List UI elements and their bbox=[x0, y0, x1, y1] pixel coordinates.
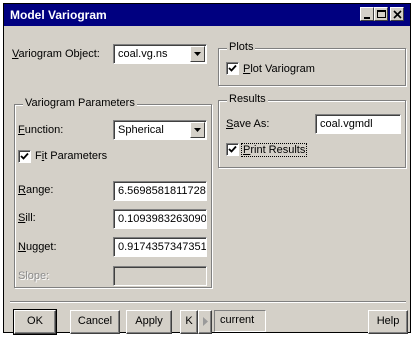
save-as-input[interactable]: coal.vgmdl bbox=[315, 114, 401, 134]
button-separator bbox=[10, 301, 406, 303]
close-button[interactable] bbox=[390, 7, 404, 21]
apply-button[interactable]: Apply bbox=[126, 310, 172, 334]
sill-value: 0.1093983263090 bbox=[118, 213, 207, 225]
variogram-parameters-title: Variogram Parameters bbox=[23, 97, 137, 109]
variogram-object-combo[interactable]: coal.vg.ns bbox=[113, 44, 207, 64]
fit-parameters-checkbox[interactable] bbox=[18, 150, 31, 163]
cancel-button[interactable]: Cancel bbox=[70, 310, 120, 334]
results-group: Results bbox=[218, 93, 406, 168]
next-button bbox=[198, 310, 212, 334]
save-as-label: Save As: bbox=[226, 118, 270, 130]
plot-variogram-label[interactable]: Plot Variogram bbox=[243, 63, 315, 75]
maximize-icon bbox=[377, 10, 386, 18]
checkmark-icon bbox=[228, 64, 237, 72]
results-title: Results bbox=[227, 93, 268, 105]
minimize-button[interactable] bbox=[360, 7, 374, 21]
chevron-down-icon bbox=[194, 128, 201, 132]
save-as-value: coal.vgmdl bbox=[320, 118, 373, 130]
print-results-checkbox[interactable] bbox=[226, 143, 239, 156]
sill-label: Sill: bbox=[18, 212, 36, 224]
checkmark-icon bbox=[228, 145, 237, 153]
model-variogram-dialog: Model Variogram Variogram Object: coal.v… bbox=[3, 3, 411, 335]
checkmark-icon bbox=[20, 152, 29, 160]
chevron-right-icon bbox=[203, 317, 208, 326]
range-label: Range: bbox=[18, 184, 54, 196]
range-value: 6.5698581811728 bbox=[118, 185, 206, 197]
minimize-icon bbox=[364, 17, 370, 19]
print-results-label[interactable]: Print Results bbox=[241, 143, 308, 157]
current-label: current bbox=[220, 314, 255, 326]
variogram-object-dropdown-button[interactable] bbox=[190, 46, 205, 62]
fit-parameters-label[interactable]: Fit Parameters bbox=[35, 150, 107, 162]
title-bar[interactable]: Model Variogram bbox=[4, 4, 410, 26]
window-title: Model Variogram bbox=[10, 8, 107, 22]
nugget-input[interactable]: 0.9174357347351 bbox=[113, 237, 207, 257]
plot-variogram-checkbox[interactable] bbox=[226, 62, 239, 75]
function-value: Spherical bbox=[118, 124, 164, 136]
ok-button[interactable]: OK bbox=[13, 309, 57, 335]
previous-button[interactable]: K bbox=[180, 310, 198, 334]
variogram-object-value: coal.vg.ns bbox=[118, 48, 168, 60]
close-icon bbox=[393, 10, 402, 19]
chevron-down-icon bbox=[194, 52, 201, 56]
maximize-button[interactable] bbox=[374, 7, 388, 21]
sill-input[interactable]: 0.1093983263090 bbox=[113, 209, 207, 229]
slope-input bbox=[113, 266, 207, 286]
variogram-object-label: Variogram Object: bbox=[12, 48, 100, 60]
function-dropdown-button[interactable] bbox=[190, 122, 205, 138]
nugget-label: Nugget: bbox=[18, 241, 57, 253]
nugget-value: 0.9174357347351 bbox=[118, 241, 207, 253]
current-indicator: current bbox=[214, 310, 266, 332]
function-combo[interactable]: Spherical bbox=[113, 120, 207, 140]
function-label: Function: bbox=[18, 124, 64, 136]
plots-title: Plots bbox=[227, 41, 256, 53]
slope-label: Slope: bbox=[18, 270, 50, 282]
help-button[interactable]: Help bbox=[368, 310, 408, 334]
range-input[interactable]: 6.5698581811728 bbox=[113, 181, 207, 201]
